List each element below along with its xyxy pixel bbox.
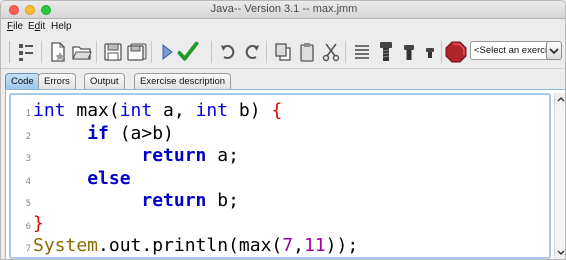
code-token: (a>b) xyxy=(108,122,174,144)
code-line[interactable]: return a; xyxy=(33,146,239,166)
open-folder-icon[interactable] xyxy=(71,40,93,64)
scroll-up-icon[interactable] xyxy=(555,93,565,105)
code-line[interactable]: } xyxy=(33,212,44,234)
vertical-scrollbar[interactable] xyxy=(554,93,565,259)
bolt-large-icon[interactable] xyxy=(375,40,397,64)
code-token: int xyxy=(195,100,229,121)
code-token: b; xyxy=(206,190,239,211)
toolbar-separator xyxy=(266,41,267,63)
line-number: 6 xyxy=(25,221,31,232)
toolbar-separator xyxy=(441,41,442,63)
code-token: int xyxy=(119,100,153,121)
tab-errors[interactable]: Errors xyxy=(38,73,76,89)
code-token: a; xyxy=(206,145,239,166)
scroll-down-icon[interactable] xyxy=(555,247,565,259)
code-line[interactable]: else xyxy=(33,167,131,189)
undo-icon[interactable] xyxy=(217,40,239,64)
window-title: Java-- Version 3.1 -- max.jmm xyxy=(210,3,358,15)
toolbar-grip xyxy=(9,41,10,63)
format-icon[interactable] xyxy=(351,40,373,64)
code-token: .out.println(max( xyxy=(98,235,283,256)
menu-file-label: ile xyxy=(13,21,24,32)
code-line[interactable]: return b; xyxy=(33,191,239,211)
menu-file[interactable]: File xyxy=(7,21,23,32)
code-token: max( xyxy=(65,100,120,121)
chevron-down-icon[interactable] xyxy=(546,41,562,60)
menu-edit-label-start: E xyxy=(28,21,35,32)
code-token: a, xyxy=(152,100,196,121)
paste-icon[interactable] xyxy=(296,40,318,64)
menu-bar: File Edit Help xyxy=(1,19,565,35)
menu-help[interactable]: Help xyxy=(51,21,72,32)
line-number: 4 xyxy=(25,176,31,187)
line-number: 2 xyxy=(25,131,31,142)
code-token: 7 xyxy=(282,235,294,256)
toolbar-separator xyxy=(211,41,212,63)
line-number: 1 xyxy=(25,109,31,119)
copy-icon[interactable] xyxy=(272,40,294,64)
bolt-medium-icon[interactable] xyxy=(398,40,420,64)
code-editor[interactable]: 1234567 int max(int a, int b) { if (a>b)… xyxy=(5,89,565,259)
tab-exercise-description[interactable]: Exercise description xyxy=(134,73,232,89)
code-token: } xyxy=(33,212,44,234)
menu-edit[interactable]: Edit xyxy=(28,21,45,32)
save-icon[interactable] xyxy=(102,40,124,64)
code-token: return xyxy=(141,190,207,211)
menu-edit-label-end: it xyxy=(40,21,46,32)
code-token: )); xyxy=(325,235,359,256)
code-token: b) xyxy=(228,100,272,121)
code-area[interactable]: 1234567 int max(int a, int b) { if (a>b)… xyxy=(9,93,551,259)
redo-icon[interactable] xyxy=(241,40,263,64)
code-token: System xyxy=(33,235,99,256)
cut-icon[interactable] xyxy=(320,40,342,64)
check-icon[interactable] xyxy=(177,40,199,64)
toolbar-separator xyxy=(96,41,97,63)
tab-code[interactable]: Code xyxy=(5,73,40,89)
toolbar-separator xyxy=(345,41,346,63)
title-bar: Java-- Version 3.1 -- max.jmm xyxy=(1,1,565,19)
ide-window: Java-- Version 3.1 -- max.jmm File Edit … xyxy=(0,0,566,260)
stop-icon[interactable] xyxy=(445,40,467,64)
run-icon[interactable] xyxy=(156,40,178,64)
line-number: 7 xyxy=(25,244,31,254)
code-token: else xyxy=(87,167,131,189)
tab-output[interactable]: Output xyxy=(84,73,125,89)
line-number: 5 xyxy=(25,199,31,209)
code-token: if xyxy=(87,122,109,144)
code-line[interactable]: System.out.println(max(7,11)); xyxy=(33,236,358,256)
bolt-small-icon[interactable] xyxy=(419,40,441,64)
hierarchy-icon[interactable] xyxy=(15,40,37,64)
code-token: { xyxy=(271,100,283,121)
code-line[interactable]: if (a>b) xyxy=(33,122,174,144)
toolbar-separator xyxy=(151,41,152,63)
code-token: 11 xyxy=(303,235,326,256)
code-token: int xyxy=(33,100,66,121)
code-line[interactable]: int max(int a, int b) { xyxy=(33,101,282,121)
code-token: return xyxy=(141,145,207,166)
code-token: , xyxy=(293,235,304,256)
save-all-icon[interactable] xyxy=(126,40,148,64)
line-number: 3 xyxy=(25,154,31,164)
exercise-select[interactable]: <Select an exercise> xyxy=(470,41,556,60)
new-file-icon[interactable] xyxy=(47,40,69,64)
toolbar-separator xyxy=(41,41,42,63)
